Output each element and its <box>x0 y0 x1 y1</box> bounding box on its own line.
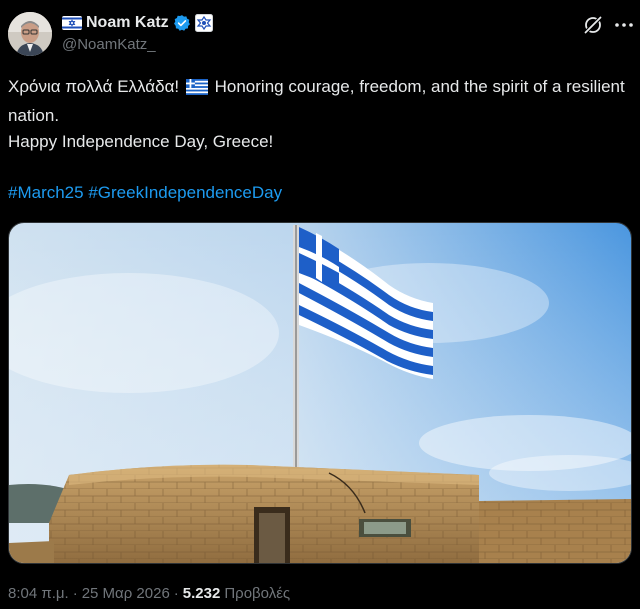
verified-badge-icon[interactable] <box>173 14 191 32</box>
israel-flag-icon <box>62 16 82 30</box>
greeting-text: Χρόνια πολλά Ελλάδα! <box>8 77 180 96</box>
more-options-icon[interactable] <box>614 12 634 38</box>
hashtag-march25[interactable]: #March25 <box>8 183 84 202</box>
affiliate-badge-icon[interactable] <box>194 14 213 32</box>
hashtag-greek-independence-day[interactable]: #GreekIndependenceDay <box>88 183 282 202</box>
views-label: Προβολές <box>224 584 291 602</box>
tweet-line-2: Happy Independence Day, Greece! <box>8 132 274 151</box>
grok-icon[interactable] <box>580 12 606 38</box>
tweet-image[interactable] <box>8 222 632 564</box>
hashtags: #March25 #GreekIndependenceDay <box>8 180 632 206</box>
tweet-date[interactable]: 25 Μαρ 2026 <box>82 585 170 602</box>
tweet: Noam Katz @NoamKatz_ Χρόνια πολλά Ελλάδα… <box>0 0 640 609</box>
tweet-line-1: Χρόνια πολλά Ελλάδα! Honoring courage, f… <box>8 74 632 129</box>
greek-flag-icon <box>185 77 208 103</box>
author-name[interactable]: Noam Katz <box>86 14 169 32</box>
avatar[interactable] <box>8 12 52 56</box>
tweet-meta: 8:04 π.μ. · 25 Μαρ 2026 · 5.232 Προβολές <box>8 583 290 603</box>
meta-separator: · <box>173 584 179 602</box>
author-handle[interactable]: @NoamKatz_ <box>62 36 156 53</box>
views-count: 5.232 <box>182 584 221 602</box>
author-name-row[interactable]: Noam Katz <box>62 12 213 34</box>
tweet-time[interactable]: 8:04 π.μ. <box>8 585 69 602</box>
tweet-text: Χρόνια πολλά Ελλάδα! Honoring courage, f… <box>8 74 632 155</box>
meta-separator: · <box>72 584 78 602</box>
